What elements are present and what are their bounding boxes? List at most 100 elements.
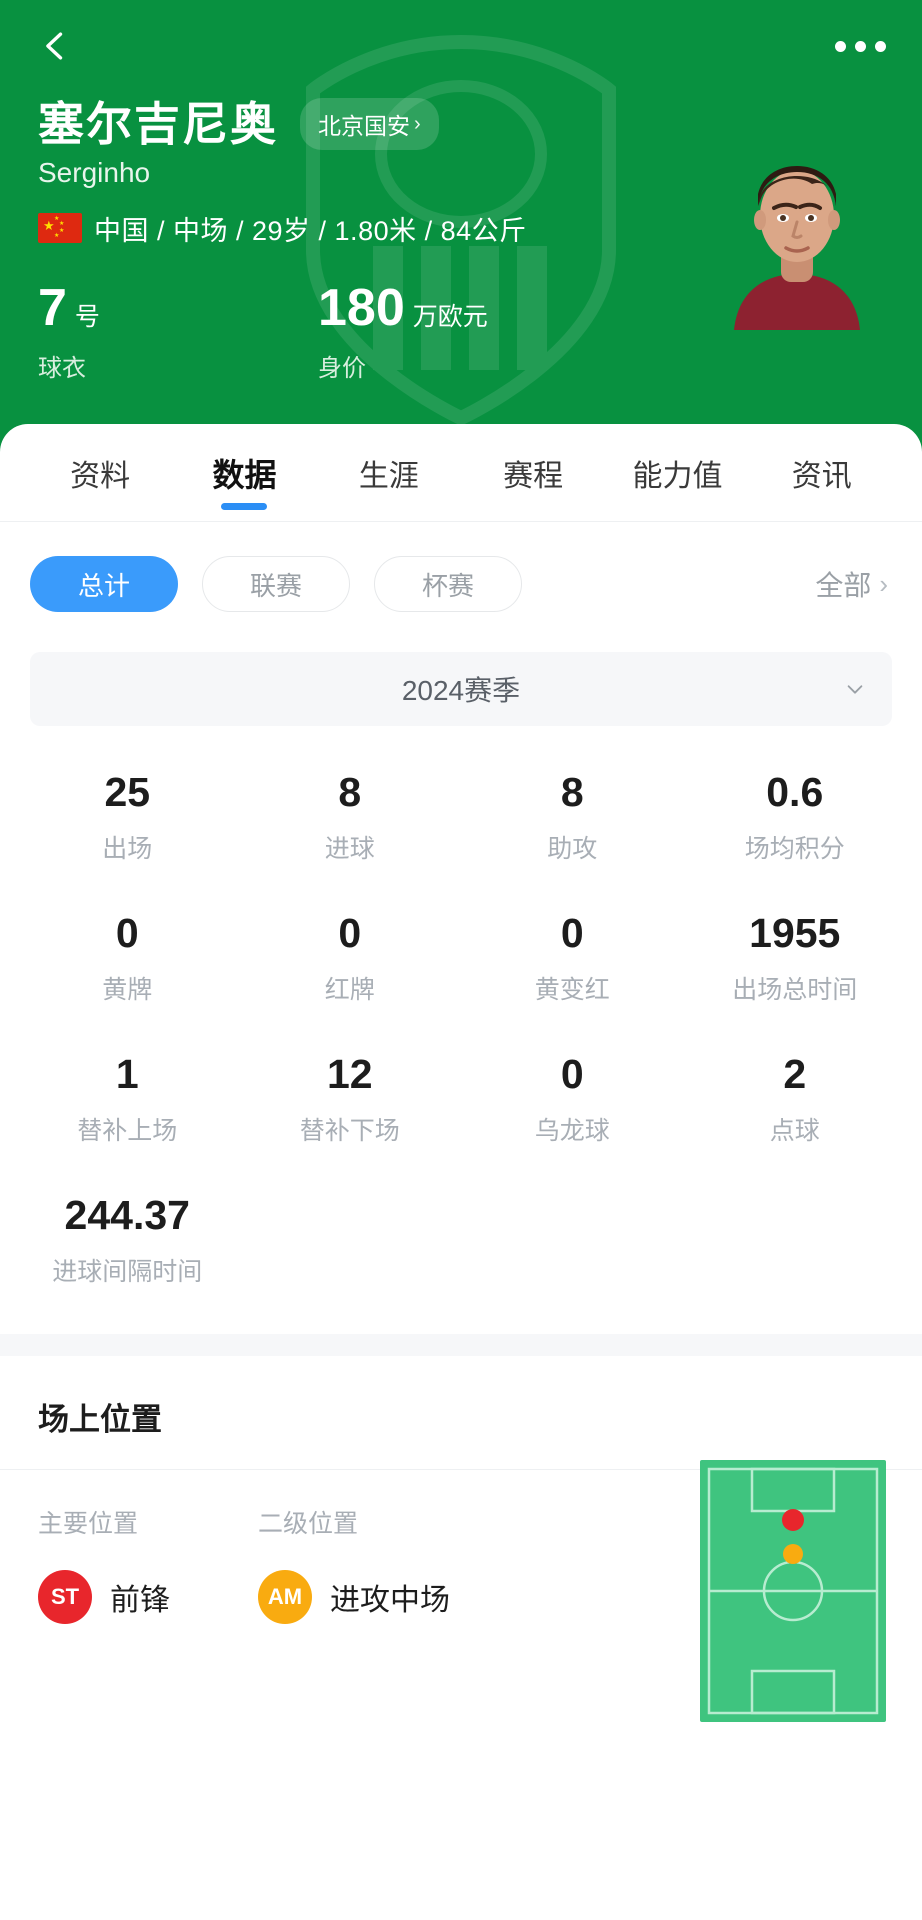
stat-cell: 2 点球	[684, 1052, 907, 1147]
stat-value: 0	[560, 910, 584, 957]
tab-ziliao[interactable]: 资料	[28, 424, 172, 522]
stat-label: 黄变红	[534, 976, 610, 1005]
stat-value: 8	[560, 769, 584, 815]
chip-cup[interactable]: 杯赛	[374, 556, 522, 612]
chip-league[interactable]: 联赛	[202, 556, 350, 612]
tab-zixun[interactable]: 资讯	[750, 424, 894, 522]
stat-cell: 8 助攻	[461, 769, 684, 865]
chip-total[interactable]: 总计	[30, 556, 178, 612]
tab-label: 生涯	[358, 460, 419, 493]
jersey-number: 7	[38, 278, 67, 337]
season-selector[interactable]: 2024赛季	[30, 652, 892, 726]
chip-label: 杯赛	[421, 570, 474, 601]
stat-value: 12	[326, 1051, 373, 1098]
tab-label: 赛程	[503, 460, 564, 493]
stat-cell: 1955 出场总时间	[684, 910, 907, 1006]
stat-cell: 0 黄牌	[16, 910, 239, 1006]
team-name: 北京国安	[318, 113, 410, 140]
player-profile-screen: 塞尔吉尼奥 北京国安 › Serginho ★ ★ ★ ★ ★ 中国 / 中场 …	[0, 0, 922, 1920]
tab-shengya[interactable]: 生涯	[317, 424, 461, 522]
football-pitch-graphic	[700, 1460, 886, 1723]
tab-label: 数据	[212, 457, 277, 493]
content-sheet: 资料 数据 生涯 赛程 能力值 资讯 总计 联赛 杯赛 全部 › 2024赛季 …	[0, 424, 922, 1723]
stat-label: 黄牌	[102, 976, 153, 1005]
market-value-kpi: 180 万欧元 身价	[318, 282, 598, 383]
jersey-kpi: 7 号 球衣	[38, 282, 318, 383]
stat-label: 点球	[769, 1117, 820, 1146]
tab-nenglizhi[interactable]: 能力值	[605, 424, 749, 522]
primary-position-item: ST 前锋	[38, 1570, 258, 1625]
competition-filter-row: 总计 联赛 杯赛 全部 ›	[0, 522, 922, 612]
stat-label: 场均积分	[744, 835, 845, 864]
pitch-diagram	[700, 1460, 886, 1723]
primary-position-header: 主要位置	[38, 1510, 139, 1539]
stat-cell: 244.37 进球间隔时间	[16, 1193, 239, 1288]
back-chevron-left-icon[interactable]	[36, 27, 74, 65]
view-all-label: 全部	[815, 570, 872, 601]
stat-value: 1	[115, 1051, 139, 1098]
primary-position-column: 主要位置 ST 前锋	[38, 1504, 258, 1625]
stat-value: 25	[104, 769, 151, 815]
position-badge-am: AM	[258, 1570, 312, 1625]
tab-label: 资讯	[791, 460, 852, 493]
player-header: 塞尔吉尼奥 北京国安 › Serginho ★ ★ ★ ★ ★ 中国 / 中场 …	[0, 0, 922, 460]
more-options-icon[interactable]	[835, 40, 886, 52]
stat-value: 8	[338, 769, 362, 815]
market-value-label: 身价	[318, 354, 366, 382]
chevron-down-icon	[847, 685, 863, 694]
chevron-right-icon: ›	[879, 568, 888, 599]
stat-value: 2	[783, 1051, 807, 1098]
jersey-label: 球衣	[38, 354, 86, 382]
player-portrait-photo	[728, 144, 866, 330]
team-link-pill[interactable]: 北京国安 ›	[300, 98, 439, 151]
player-name-row: 塞尔吉尼奥 北京国安 ›	[0, 92, 922, 151]
market-value-unit: 万欧元	[412, 302, 488, 331]
tab-saicheng[interactable]: 赛程	[461, 424, 605, 522]
player-name-cn: 塞尔吉尼奥	[38, 98, 278, 150]
market-value-number: 180	[318, 278, 405, 337]
season-label: 2024赛季	[401, 675, 521, 706]
stat-value: 0	[338, 910, 362, 957]
stat-cell: 0 红牌	[239, 910, 462, 1006]
stat-value: 1955	[749, 910, 841, 957]
stat-value: 0	[560, 1051, 584, 1098]
tab-label: 能力值	[632, 460, 723, 493]
secondary-position-item: AM 进攻中场	[258, 1570, 518, 1625]
stat-label: 进球	[324, 835, 375, 864]
more-dot	[835, 40, 846, 52]
stat-label: 红牌	[324, 976, 375, 1005]
stat-label: 出场总时间	[732, 976, 858, 1005]
china-flag-icon: ★ ★ ★ ★ ★	[38, 213, 82, 244]
stat-value: 0.6	[766, 769, 824, 815]
stat-value: 244.37	[64, 1192, 190, 1239]
primary-position-name: 前锋	[110, 1584, 170, 1618]
secondary-position-header: 二级位置	[258, 1510, 359, 1539]
stat-cell: 1 替补上场	[16, 1052, 239, 1147]
tab-shuju[interactable]: 数据	[172, 424, 316, 522]
stat-label: 乌龙球	[534, 1117, 610, 1146]
stat-label: 替补上场	[77, 1117, 178, 1146]
chip-label: 联赛	[249, 570, 302, 601]
more-dot	[875, 40, 886, 52]
position-badge-st: ST	[38, 1570, 92, 1625]
stat-label: 进球间隔时间	[52, 1258, 203, 1287]
stat-label: 助攻	[547, 835, 598, 864]
chip-label: 总计	[77, 570, 130, 601]
stat-value: 0	[115, 910, 139, 957]
stat-cell: 25 出场	[16, 769, 239, 865]
stat-cell: 0.6 场均积分	[684, 769, 907, 865]
stat-cell: 8 进球	[239, 769, 462, 865]
tab-bar-divider	[0, 521, 922, 522]
secondary-position-column: 二级位置 AM 进攻中场	[258, 1504, 518, 1625]
chevron-right-icon: ›	[414, 112, 421, 135]
top-navigation-bar	[0, 0, 922, 92]
stat-label: 替补下场	[299, 1117, 400, 1146]
player-meta-text: 中国 / 中场 / 29岁 / 1.80米 / 84公斤	[94, 215, 527, 246]
stat-cell: 0 黄变红	[461, 910, 684, 1006]
position-section-title: 场上位置	[38, 1402, 162, 1438]
secondary-position-name: 进攻中场	[330, 1584, 450, 1618]
statistics-grid: 25 出场 8 进球 8 助攻 0.6 场均积分 0 黄牌 0 红牌 0 黄变红…	[0, 726, 922, 1308]
view-all-link[interactable]: 全部 ›	[815, 564, 892, 604]
tab-label: 资料	[70, 460, 131, 493]
section-divider-band	[0, 1334, 922, 1357]
